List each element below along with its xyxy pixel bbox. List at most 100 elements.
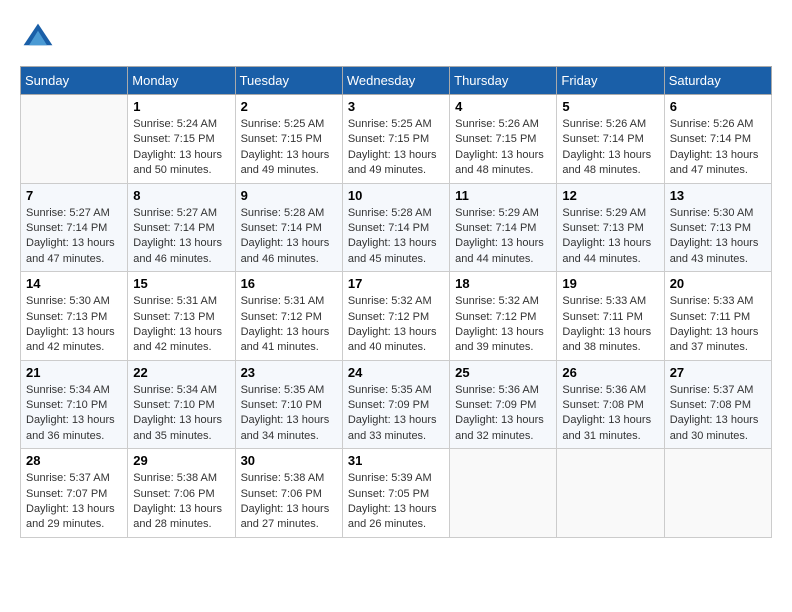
day-number: 17 (348, 276, 444, 291)
day-info: Sunrise: 5:38 AMSunset: 7:06 PMDaylight:… (241, 471, 337, 533)
day-info: Sunrise: 5:32 AMSunset: 7:12 PMDaylight:… (348, 294, 444, 356)
day-number: 30 (241, 453, 337, 468)
day-info: Sunrise: 5:35 AMSunset: 7:09 PMDaylight:… (348, 383, 444, 445)
day-number: 15 (133, 276, 229, 291)
page-header (20, 20, 772, 56)
day-number: 16 (241, 276, 337, 291)
day-number: 25 (455, 365, 551, 380)
day-number: 27 (670, 365, 766, 380)
day-info: Sunrise: 5:38 AMSunset: 7:06 PMDaylight:… (133, 471, 229, 533)
day-info: Sunrise: 5:32 AMSunset: 7:12 PMDaylight:… (455, 294, 551, 356)
day-cell: 19Sunrise: 5:33 AMSunset: 7:11 PMDayligh… (557, 272, 664, 361)
day-number: 10 (348, 188, 444, 203)
day-info: Sunrise: 5:33 AMSunset: 7:11 PMDaylight:… (670, 294, 766, 356)
day-number: 23 (241, 365, 337, 380)
day-cell: 17 Sunrise: 5:32 AMSunset: 7:12 PMDayligh… (342, 272, 449, 361)
day-number: 31 (348, 453, 444, 468)
day-info: Sunrise: 5:30 AMSunset: 7:13 PMDaylight:… (670, 206, 766, 268)
calendar-table: SundayMondayTuesdayWednesdayThursdayFrid… (20, 66, 772, 538)
day-info: Sunrise: 5:31 AMSunset: 7:12 PMDaylight:… (241, 294, 337, 356)
day-number: 8 (133, 188, 229, 203)
day-cell: 7Sunrise: 5:27 AMSunset: 7:14 PMDaylight… (21, 183, 128, 272)
day-cell: 20 Sunrise: 5:33 AMSunset: 7:11 PMDayligh… (664, 272, 771, 361)
logo-icon (20, 20, 56, 56)
day-cell (557, 449, 664, 538)
day-number: 9 (241, 188, 337, 203)
day-header-thursday: Thursday (450, 67, 557, 95)
day-info: Sunrise: 5:39 AMSunset: 7:05 PMDaylight:… (348, 471, 444, 533)
day-info: Sunrise: 5:26 AMSunset: 7:15 PMDaylight:… (455, 117, 551, 179)
day-number: 21 (26, 365, 122, 380)
day-number: 28 (26, 453, 122, 468)
day-cell: 3 Sunrise: 5:25 AMSunset: 7:15 PMDaylight… (342, 95, 449, 184)
day-cell: 11 Sunrise: 5:29 AMSunset: 7:14 PMDayligh… (450, 183, 557, 272)
day-number: 1 (133, 99, 229, 114)
day-cell: 28 Sunrise: 5:37 AMSunset: 7:07 PMDayligh… (21, 449, 128, 538)
day-cell: 22 Sunrise: 5:34 AMSunset: 7:10 PMDayligh… (128, 360, 235, 449)
day-number: 13 (670, 188, 766, 203)
week-row-1: 1Sunrise: 5:24 AMSunset: 7:15 PMDaylight… (21, 95, 772, 184)
day-info: Sunrise: 5:25 AMSunset: 7:15 PMDaylight:… (348, 117, 444, 179)
day-number: 12 (562, 188, 658, 203)
day-header-monday: Monday (128, 67, 235, 95)
day-info: Sunrise: 5:26 AMSunset: 7:14 PMDaylight:… (670, 117, 766, 179)
day-cell: 26 Sunrise: 5:36 AMSunset: 7:08 PMDayligh… (557, 360, 664, 449)
day-header-tuesday: Tuesday (235, 67, 342, 95)
week-row-2: 7Sunrise: 5:27 AMSunset: 7:14 PMDaylight… (21, 183, 772, 272)
day-cell: 23 Sunrise: 5:35 AMSunset: 7:10 PMDayligh… (235, 360, 342, 449)
day-cell: 24 Sunrise: 5:35 AMSunset: 7:09 PMDayligh… (342, 360, 449, 449)
day-number: 26 (562, 365, 658, 380)
week-row-3: 14 Sunrise: 5:30 AMSunset: 7:13 PMDayligh… (21, 272, 772, 361)
week-row-5: 28 Sunrise: 5:37 AMSunset: 7:07 PMDayligh… (21, 449, 772, 538)
day-header-friday: Friday (557, 67, 664, 95)
day-number: 18 (455, 276, 551, 291)
day-info: Sunrise: 5:33 AMSunset: 7:11 PMDaylight:… (562, 294, 658, 356)
day-info: Sunrise: 5:36 AMSunset: 7:08 PMDaylight:… (562, 383, 658, 445)
day-cell: 15 Sunrise: 5:31 AMSunset: 7:13 PMDayligh… (128, 272, 235, 361)
day-cell: 29 Sunrise: 5:38 AMSunset: 7:06 PMDayligh… (128, 449, 235, 538)
day-number: 11 (455, 188, 551, 203)
day-cell: 27 Sunrise: 5:37 AMSunset: 7:08 PMDayligh… (664, 360, 771, 449)
day-header-saturday: Saturday (664, 67, 771, 95)
day-info: Sunrise: 5:37 AMSunset: 7:08 PMDaylight:… (670, 383, 766, 445)
day-number: 3 (348, 99, 444, 114)
day-number: 2 (241, 99, 337, 114)
day-number: 24 (348, 365, 444, 380)
day-cell (450, 449, 557, 538)
day-info: Sunrise: 5:34 AMSunset: 7:10 PMDaylight:… (133, 383, 229, 445)
day-info: Sunrise: 5:28 AMSunset: 7:14 PMDaylight:… (348, 206, 444, 268)
day-number: 5 (562, 99, 658, 114)
day-cell: 13 Sunrise: 5:30 AMSunset: 7:13 PMDayligh… (664, 183, 771, 272)
day-cell: 9 Sunrise: 5:28 AMSunset: 7:14 PMDaylight… (235, 183, 342, 272)
day-info: Sunrise: 5:27 AMSunset: 7:14 PMDaylight:… (26, 206, 122, 268)
day-info: Sunrise: 5:26 AMSunset: 7:14 PMDaylight:… (562, 117, 658, 179)
day-info: Sunrise: 5:28 AMSunset: 7:14 PMDaylight:… (241, 206, 337, 268)
day-number: 29 (133, 453, 229, 468)
day-cell (21, 95, 128, 184)
day-number: 20 (670, 276, 766, 291)
day-cell: 21Sunrise: 5:34 AMSunset: 7:10 PMDayligh… (21, 360, 128, 449)
day-cell: 16 Sunrise: 5:31 AMSunset: 7:12 PMDayligh… (235, 272, 342, 361)
day-info: Sunrise: 5:29 AMSunset: 7:14 PMDaylight:… (455, 206, 551, 268)
day-number: 22 (133, 365, 229, 380)
day-cell: 18 Sunrise: 5:32 AMSunset: 7:12 PMDayligh… (450, 272, 557, 361)
day-info: Sunrise: 5:31 AMSunset: 7:13 PMDaylight:… (133, 294, 229, 356)
day-cell: 12 Sunrise: 5:29 AMSunset: 7:13 PMDayligh… (557, 183, 664, 272)
day-cell: 25 Sunrise: 5:36 AMSunset: 7:09 PMDayligh… (450, 360, 557, 449)
day-info: Sunrise: 5:25 AMSunset: 7:15 PMDaylight:… (241, 117, 337, 179)
day-cell: 4Sunrise: 5:26 AMSunset: 7:15 PMDaylight… (450, 95, 557, 184)
day-info: Sunrise: 5:29 AMSunset: 7:13 PMDaylight:… (562, 206, 658, 268)
day-cell: 6Sunrise: 5:26 AMSunset: 7:14 PMDaylight… (664, 95, 771, 184)
day-cell: 2 Sunrise: 5:25 AMSunset: 7:15 PMDaylight… (235, 95, 342, 184)
day-cell: 10 Sunrise: 5:28 AMSunset: 7:14 PMDayligh… (342, 183, 449, 272)
day-info: Sunrise: 5:37 AMSunset: 7:07 PMDaylight:… (26, 471, 122, 533)
day-cell: 31 Sunrise: 5:39 AMSunset: 7:05 PMDayligh… (342, 449, 449, 538)
day-info: Sunrise: 5:36 AMSunset: 7:09 PMDaylight:… (455, 383, 551, 445)
day-info: Sunrise: 5:30 AMSunset: 7:13 PMDaylight:… (26, 294, 122, 356)
day-cell: 1Sunrise: 5:24 AMSunset: 7:15 PMDaylight… (128, 95, 235, 184)
day-info: Sunrise: 5:35 AMSunset: 7:10 PMDaylight:… (241, 383, 337, 445)
day-number: 14 (26, 276, 122, 291)
day-cell: 8 Sunrise: 5:27 AMSunset: 7:14 PMDaylight… (128, 183, 235, 272)
day-header-sunday: Sunday (21, 67, 128, 95)
day-info: Sunrise: 5:27 AMSunset: 7:14 PMDaylight:… (133, 206, 229, 268)
